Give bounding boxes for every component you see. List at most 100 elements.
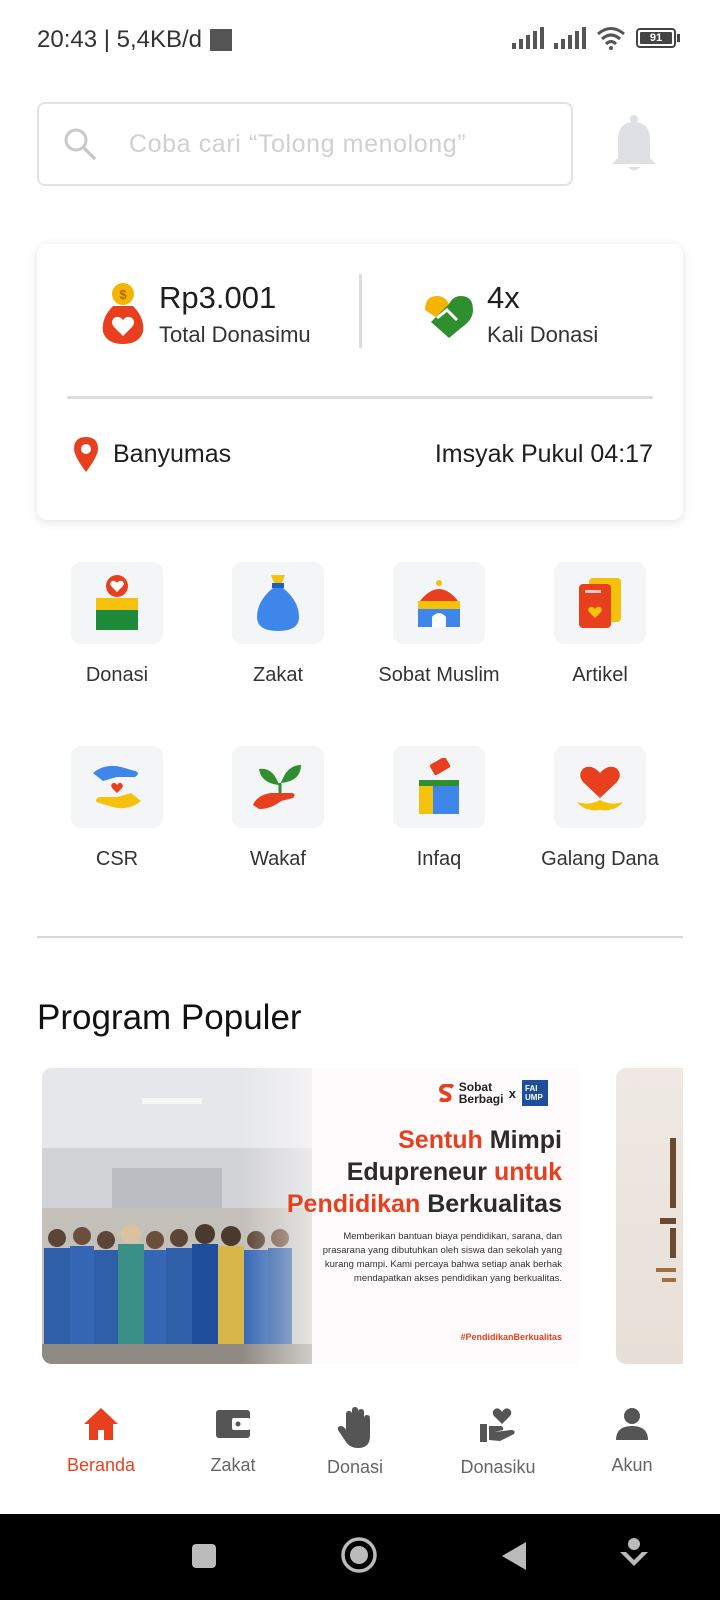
- heart-hand-icon: [480, 1408, 515, 1442]
- status-bar: 20:43 | 5,4KB/d 91: [0, 0, 720, 84]
- back-button[interactable]: [500, 1540, 528, 1577]
- menu-label-infaq: Infaq: [416, 848, 462, 870]
- home-button[interactable]: [340, 1536, 378, 1579]
- system-navigation-bar: [0, 1514, 720, 1600]
- menu-label-galang-dana: Galang Dana: [541, 848, 659, 870]
- banner-hashtag: #PendidikanBerkualitas: [460, 1332, 562, 1342]
- donation-box-icon: [96, 575, 138, 630]
- menu-item-donasi[interactable]: Donasi: [37, 562, 197, 687]
- signal-icon: [512, 27, 544, 49]
- headline-1: Mimpi: [489, 1126, 562, 1154]
- nav-label-donasiku: Donasiku: [460, 1457, 536, 1477]
- down-arrow-icon: [620, 1538, 648, 1566]
- brand-x: x: [508, 1085, 516, 1101]
- donation-count-text: 4x Kali Donasi: [487, 280, 598, 348]
- nav-label-donasi: Donasi: [326, 1457, 384, 1477]
- menu-label-sobat-muslim: Sobat Muslim: [378, 664, 500, 686]
- bell-icon: [612, 115, 656, 171]
- logo-s-icon: [438, 1084, 454, 1102]
- menu-item-wakaf[interactable]: Wakaf: [198, 746, 358, 871]
- total-donation-value: Rp3.001: [159, 280, 277, 315]
- section-divider: [37, 936, 683, 938]
- status-time: 20:43 | 5,4KB/d: [37, 26, 203, 53]
- location-name: Banyumas: [113, 439, 232, 468]
- nav-akun[interactable]: Akun: [567, 1406, 697, 1476]
- donation-count-stat: 4x Kali Donasi: [421, 280, 598, 348]
- article-icon: [579, 578, 621, 628]
- banner-headline: Sentuh Mimpi Edupreneur untuk Pendidikan…: [287, 1124, 562, 1220]
- menu-label-artikel: Artikel: [572, 664, 628, 686]
- menu-tile: [554, 746, 646, 828]
- home-icon: [84, 1408, 118, 1440]
- menu-label-wakaf: Wakaf: [250, 848, 306, 870]
- menu-tile: [232, 562, 324, 644]
- total-donation-text: Rp3.001 Total Donasimu: [159, 280, 311, 348]
- nav-label-beranda: Beranda: [66, 1455, 136, 1475]
- infaq-box-icon: [419, 758, 459, 814]
- menu-item-zakat[interactable]: Zakat: [198, 562, 358, 687]
- menu-item-sobat-muslim[interactable]: Sobat Muslim: [359, 562, 519, 687]
- search-icon: [64, 128, 96, 160]
- hand-icon: [337, 1407, 370, 1448]
- menu-tile: [232, 746, 324, 828]
- recents-button[interactable]: [190, 1542, 218, 1575]
- banner-brand: Sobat Berbagi x FAI UMP: [438, 1080, 548, 1106]
- nav-donasi[interactable]: Donasi: [290, 1406, 420, 1478]
- battery-level: 91: [640, 32, 672, 44]
- sobat-berbagi-logo: Sobat Berbagi: [438, 1080, 504, 1106]
- money-bag-icon: [257, 575, 299, 631]
- partner-logo: FAI UMP: [522, 1080, 548, 1106]
- card-divider: [67, 396, 653, 399]
- donation-count-label: Kali Donasi: [487, 322, 599, 347]
- money-bag-heart-icon: $: [102, 283, 144, 344]
- menu-label-csr: CSR: [95, 848, 139, 870]
- back-triangle-icon: [502, 1542, 526, 1570]
- nav-donasiku[interactable]: Donasiku: [433, 1406, 563, 1478]
- search-input[interactable]: Coba cari “Tolong menolong”: [37, 102, 573, 186]
- user-icon: [616, 1408, 648, 1440]
- total-donation-label: Total Donasimu: [159, 322, 311, 347]
- nav-zakat[interactable]: Zakat: [168, 1406, 298, 1476]
- headline-red-3: Pendidikan: [286, 1190, 421, 1218]
- imsyak-time: Imsyak Pukul 04:17: [434, 440, 653, 468]
- total-donation-stat: $ Rp3.001 Total Donasimu: [99, 280, 311, 348]
- menu-item-galang-dana[interactable]: Galang Dana: [520, 746, 680, 871]
- menu-item-csr[interactable]: CSR: [37, 746, 197, 871]
- menu-item-artikel[interactable]: Artikel: [520, 562, 680, 687]
- menu-label-donasi: Donasi: [85, 664, 149, 686]
- csr-hands-icon: [93, 765, 141, 809]
- menu-item-infaq[interactable]: Infaq: [359, 746, 519, 871]
- mosque-icon: [418, 580, 460, 627]
- assistant-button[interactable]: [618, 1536, 650, 1577]
- donation-count-value: 4x: [487, 280, 520, 315]
- menu-tile: [71, 562, 163, 644]
- banner-description: Memberikan bantuan biaya pendidikan, sar…: [322, 1231, 562, 1284]
- section-title: Program Populer: [37, 998, 302, 1037]
- headline-3: Berkualitas: [427, 1190, 562, 1218]
- menu-tile: [71, 746, 163, 828]
- location[interactable]: Banyumas: [73, 436, 231, 472]
- menu-tile: [393, 562, 485, 644]
- wallet-icon: [216, 1410, 250, 1438]
- handshake-heart-icon: [425, 296, 473, 338]
- status-left: 20:43 | 5,4KB/d: [37, 26, 233, 54]
- location-pin-icon: [74, 437, 98, 472]
- signal-icon-2: [554, 27, 586, 49]
- program-banner[interactable]: Sobat Berbagi x FAI UMP Sentuh Mimpi Edu…: [42, 1068, 582, 1364]
- svg-text:$: $: [119, 287, 127, 302]
- square-icon: [192, 1544, 216, 1568]
- next-banner-image: [656, 1138, 676, 1282]
- nav-beranda[interactable]: Beranda: [36, 1406, 166, 1476]
- headline-red-1: Sentuh: [398, 1126, 483, 1154]
- menu-tile: [554, 562, 646, 644]
- heart-hand-icon: [577, 766, 623, 811]
- stat-divider: [359, 274, 362, 348]
- bottom-navigation: Beranda Zakat Donasi Donasiku Akun: [0, 1384, 720, 1514]
- menu-label-zakat: Zakat: [252, 664, 304, 686]
- notification-bell-button[interactable]: [608, 114, 660, 179]
- next-banner-peek[interactable]: [616, 1068, 683, 1364]
- headline-2: Edupreneur: [346, 1158, 487, 1186]
- headline-red-2: untuk: [493, 1158, 562, 1186]
- search-placeholder: Coba cari “Tolong menolong”: [129, 129, 467, 158]
- brand-name: Sobat Berbagi: [458, 1080, 504, 1106]
